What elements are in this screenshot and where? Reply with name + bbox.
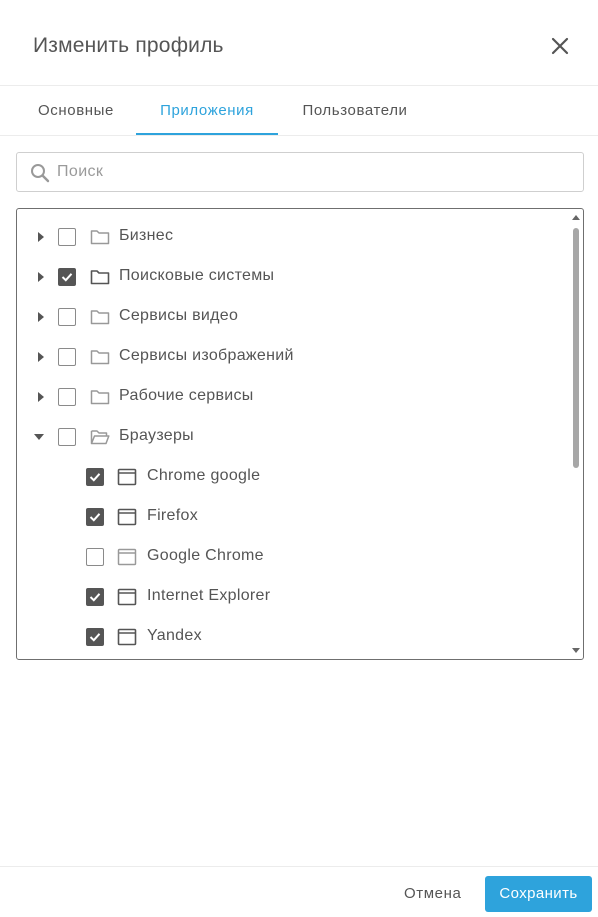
group-label: Бизнес [119, 227, 174, 244]
dialog-footer: Отмена Сохранить [0, 866, 598, 917]
folder-icon [90, 230, 110, 245]
checkmark-icon [89, 593, 101, 602]
caret-right-icon[interactable] [34, 350, 48, 364]
app-checkbox[interactable] [86, 628, 104, 646]
tree-group-row[interactable]: Бизнес [17, 217, 567, 257]
folder-icon [90, 270, 110, 285]
checkmark-icon [89, 473, 101, 482]
caret-right-icon[interactable] [34, 390, 48, 404]
save-button[interactable]: Сохранить [485, 876, 592, 912]
tree-child-row[interactable]: Chrome google [17, 457, 567, 497]
tree-group-row[interactable]: Браузеры [17, 417, 567, 457]
tree-scrollbar[interactable] [569, 209, 583, 659]
group-label: Сервисы видео [119, 307, 239, 324]
group-checkbox[interactable] [58, 428, 76, 446]
tab-applications[interactable]: Приложения [136, 87, 278, 135]
checkmark-icon [61, 273, 73, 282]
group-checkbox[interactable] [58, 228, 76, 246]
window-icon [117, 588, 137, 606]
tree-child-row[interactable]: Google Chrome [17, 537, 567, 577]
tab-users[interactable]: Пользователи [283, 87, 427, 135]
scroll-up-icon[interactable] [571, 213, 581, 223]
group-label: Рабочие сервисы [119, 387, 254, 404]
folder-icon [90, 350, 110, 365]
cancel-button[interactable]: Отмена [396, 877, 469, 911]
window-icon [117, 628, 137, 646]
dialog-title: Изменить профиль [33, 34, 224, 57]
checkmark-icon [89, 633, 101, 642]
caret-right-icon[interactable] [34, 230, 48, 244]
group-checkbox[interactable] [58, 388, 76, 406]
search-box [16, 152, 584, 192]
scrollbar-thumb[interactable] [573, 228, 579, 468]
folder-icon [90, 390, 110, 405]
window-icon [117, 508, 137, 526]
app-label: Firefox [147, 507, 198, 524]
group-checkbox[interactable] [58, 348, 76, 366]
tab-bar: Основные Приложения Пользователи [0, 87, 598, 136]
group-label: Поисковые системы [119, 267, 275, 284]
tree-group-row[interactable]: Поисковые системы [17, 257, 567, 297]
tree-child-row[interactable]: Yandex [17, 617, 567, 657]
app-checkbox[interactable] [86, 548, 104, 566]
tree-child-row[interactable]: Firefox [17, 497, 567, 537]
close-icon[interactable] [548, 34, 572, 58]
scroll-down-icon[interactable] [571, 645, 581, 655]
caret-right-icon[interactable] [34, 270, 48, 284]
checkmark-icon [89, 513, 101, 522]
group-label: Браузеры [119, 427, 194, 444]
app-checkbox[interactable] [86, 508, 104, 526]
tree-group-row[interactable]: Сервисы изображений [17, 337, 567, 377]
group-label: Сервисы изображений [119, 347, 294, 364]
app-tree: Бизнес Поисковые системы Сервисы видео С… [16, 208, 584, 660]
app-checkbox[interactable] [86, 588, 104, 606]
window-icon [117, 468, 137, 486]
group-checkbox[interactable] [58, 308, 76, 326]
app-label: Chrome google [147, 467, 261, 484]
dialog-header: Изменить профиль [0, 0, 598, 86]
app-label: Google Chrome [147, 547, 264, 564]
tree-group-row[interactable]: Сервисы видео [17, 297, 567, 337]
folder-icon [90, 310, 110, 325]
app-label: Internet Explorer [147, 587, 271, 604]
group-checkbox[interactable] [58, 268, 76, 286]
tree-group-row[interactable]: Рабочие сервисы [17, 377, 567, 417]
tree-child-row[interactable]: Internet Explorer [17, 577, 567, 617]
caret-right-icon[interactable] [34, 310, 48, 324]
app-checkbox[interactable] [86, 468, 104, 486]
caret-down-icon[interactable] [32, 430, 46, 444]
search-input[interactable] [57, 159, 567, 185]
search-icon [31, 164, 50, 183]
app-label: Yandex [147, 627, 202, 644]
folder-open-icon [90, 430, 110, 445]
window-icon [117, 548, 137, 566]
tab-general[interactable]: Основные [20, 87, 132, 135]
